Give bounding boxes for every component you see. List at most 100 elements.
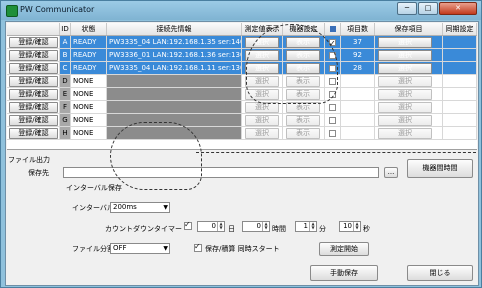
state-cell: NONE	[71, 75, 107, 88]
count-cell	[341, 127, 375, 140]
addr-cell	[107, 101, 242, 114]
annotation-circle-left	[110, 122, 202, 190]
save-cell: 選択	[375, 75, 443, 88]
interval-select[interactable]: 200ms ▼	[110, 202, 170, 213]
id-cell: D	[60, 75, 71, 88]
header-check[interactable]	[325, 23, 341, 35]
countdown-label: カウントダウンタイマー	[105, 225, 182, 233]
action-cell: 登録/確認	[7, 127, 60, 140]
chevron-down-icon: ▼	[163, 204, 168, 211]
split-value: OFF	[113, 244, 127, 252]
title-bar[interactable]: PW Communicator ─ □ ✕	[1, 1, 481, 20]
show-button[interactable]: 選択	[245, 128, 279, 139]
sync-start-label: 保存/積算 同時スタート	[205, 245, 280, 253]
table-row: 登録/確認 C READY PW3335_04 LAN:192.168.1.11 se…	[7, 62, 477, 75]
file-output-label: ファイル出力	[8, 156, 50, 164]
seconds-input[interactable]: 10 ▲ ▼	[339, 221, 361, 232]
save-cell: 選択	[375, 127, 443, 140]
check-cell	[325, 114, 341, 127]
close-button[interactable]: 閉じる	[407, 265, 473, 281]
save-button[interactable]: 選択	[378, 37, 432, 48]
id-cell: F	[60, 101, 71, 114]
minimize-button[interactable]: ─	[397, 2, 417, 15]
save-cell: 選択	[375, 62, 443, 75]
minutes-spinner[interactable]: ▲ ▼	[309, 222, 316, 231]
register-confirm-button[interactable]: 登録/確認	[9, 128, 58, 139]
setting-button[interactable]: 表示	[286, 128, 320, 139]
minutes-input[interactable]: 1 ▲ ▼	[295, 221, 317, 232]
minutes-unit: 分	[319, 225, 326, 233]
manual-save-button[interactable]: 手動保存	[310, 265, 378, 281]
header-save: 保存項目	[375, 23, 443, 35]
interval-value: 200ms	[113, 203, 137, 211]
save-button[interactable]: 選択	[378, 89, 432, 100]
hours-spinner[interactable]: ▲ ▼	[262, 222, 269, 231]
seconds-value: 10	[343, 222, 352, 230]
table-row: 登録/確認 B READY PW3336_01 LAN:192.168.1.36 se…	[7, 49, 477, 62]
addr-cell	[107, 88, 242, 101]
days-input[interactable]: 0 ▲ ▼	[197, 221, 225, 232]
seconds-unit: 秒	[363, 225, 370, 233]
header-id: ID	[60, 23, 71, 35]
id-cell: H	[60, 127, 71, 140]
app-icon	[6, 5, 18, 17]
count-cell: 37	[341, 36, 375, 49]
close-window-button[interactable]: ✕	[439, 2, 477, 15]
action-cell: 登録/確認	[7, 88, 60, 101]
register-confirm-button[interactable]: 登録/確認	[9, 115, 58, 126]
maximize-button[interactable]: □	[418, 2, 438, 15]
register-confirm-button[interactable]: 登録/確認	[9, 76, 58, 87]
id-cell: C	[60, 62, 71, 75]
table-row: 登録/確認 H NONE 選択 表示 選択	[7, 127, 477, 140]
table-row: 登録/確認 D NONE 選択 表示 選択	[7, 75, 477, 88]
register-confirm-button[interactable]: 登録/確認	[9, 63, 58, 74]
id-cell: E	[60, 88, 71, 101]
save-dir-input[interactable]	[63, 167, 379, 178]
state-cell: READY	[71, 36, 107, 49]
table-row: 登録/確認 F NONE 選択 表示 選択	[7, 101, 477, 114]
id-cell: G	[60, 114, 71, 127]
count-cell	[341, 101, 375, 114]
start-measure-button[interactable]: 測定開始	[319, 242, 369, 256]
action-cell: 登録/確認	[7, 114, 60, 127]
split-select[interactable]: OFF ▼	[110, 243, 170, 254]
addr-cell: PW3335_04 LAN:192.168.1.35 ser:1407...	[107, 36, 242, 49]
register-confirm-button[interactable]: 登録/確認	[9, 102, 58, 113]
row-checkbox[interactable]	[329, 104, 336, 111]
hours-input[interactable]: 0 ▲ ▼	[242, 221, 270, 232]
device-time-button[interactable]: 機器間時間	[407, 159, 473, 178]
save-cell: 選択	[375, 49, 443, 62]
browse-button[interactable]: ...	[384, 167, 398, 178]
save-button[interactable]: 選択	[378, 115, 432, 126]
window-title: PW Communicator	[20, 5, 95, 14]
setting-button[interactable]: 表示	[286, 115, 320, 126]
sync-start-checkbox[interactable]	[194, 242, 202, 252]
register-confirm-button[interactable]: 登録/確認	[9, 37, 58, 48]
header-sync: 同期設定	[443, 23, 477, 35]
register-confirm-button[interactable]: 登録/確認	[9, 50, 58, 61]
state-cell: READY	[71, 62, 107, 75]
save-button[interactable]: 選択	[378, 50, 432, 61]
save-button[interactable]: 選択	[378, 128, 432, 139]
save-cell: 選択	[375, 101, 443, 114]
show-button[interactable]: 選択	[245, 115, 279, 126]
count-cell	[341, 75, 375, 88]
table-header: ID 状態 接続先情報 測定値表示 機器設定 項目数 保存項目 同期設定	[7, 23, 477, 36]
register-confirm-button[interactable]: 登録/確認	[9, 89, 58, 100]
sync-cell	[443, 127, 477, 140]
seconds-spinner[interactable]: ▲ ▼	[353, 222, 360, 231]
save-cell: 選択	[375, 36, 443, 49]
days-spinner[interactable]: ▲ ▼	[217, 222, 224, 231]
addr-cell	[107, 75, 242, 88]
save-button[interactable]: 選択	[378, 76, 432, 87]
countdown-checkbox[interactable]	[184, 220, 192, 230]
save-button[interactable]: 選択	[378, 63, 432, 74]
addr-cell: PW3335_04 LAN:192.168.1.11 ser:1305...	[107, 62, 242, 75]
row-checkbox[interactable]	[329, 130, 336, 137]
interval-label: インターバル	[72, 204, 114, 212]
chevron-down-icon: ▼	[163, 245, 168, 252]
row-checkbox[interactable]	[329, 117, 336, 124]
save-button[interactable]: 選択	[378, 102, 432, 113]
sync-cell	[443, 101, 477, 114]
days-unit: 日	[228, 225, 235, 233]
